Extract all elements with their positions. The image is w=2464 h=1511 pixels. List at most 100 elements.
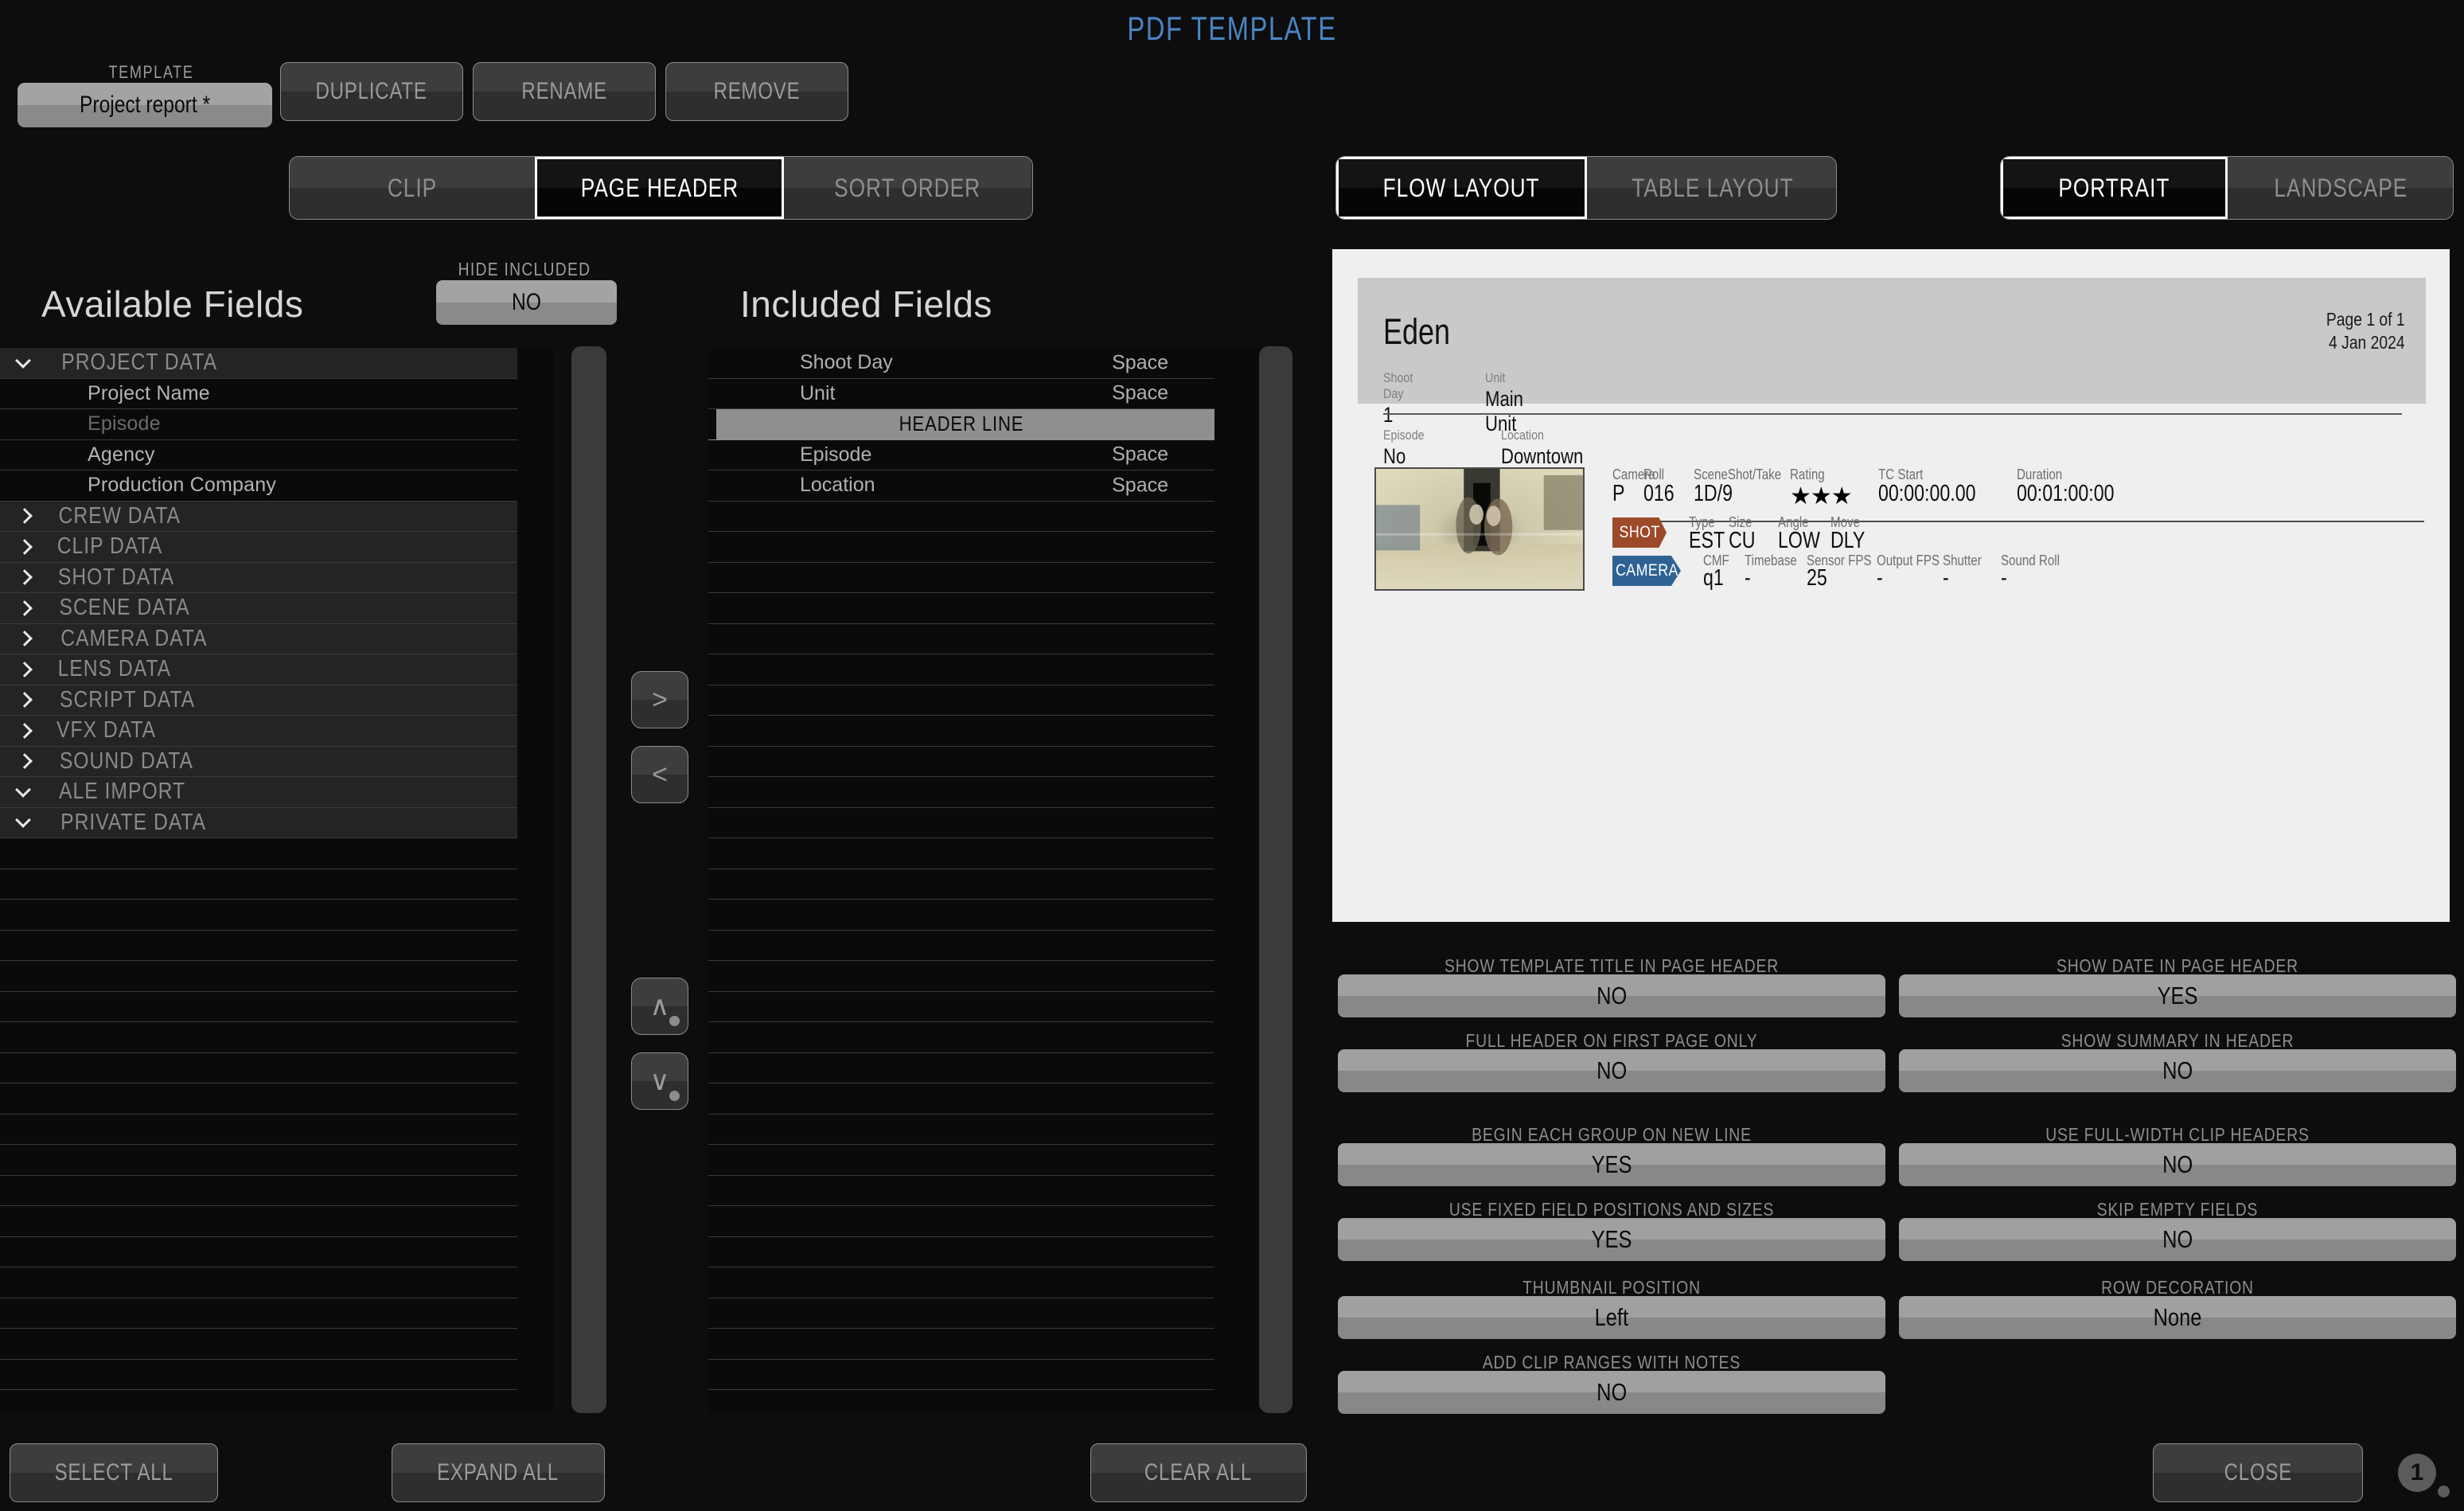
available-field-row[interactable]: Agency [0, 439, 517, 470]
field-group-project-data[interactable]: PROJECT DATA [0, 348, 517, 379]
field-group-sound-data[interactable]: SOUND DATA [0, 746, 517, 777]
field-group-scene-data[interactable]: SCENE DATA [0, 593, 517, 624]
remove-button[interactable]: REMOVE [665, 62, 848, 121]
camera-meta-value: - [1877, 565, 1883, 591]
chevron-down-icon[interactable] [18, 786, 30, 798]
clip-meta-value: 00:00:00.00 [1878, 481, 1976, 506]
empty-row [0, 1052, 517, 1083]
expand-all-button[interactable]: EXPAND ALL [392, 1443, 605, 1502]
chevron-right-icon[interactable] [18, 663, 30, 676]
tab-clip[interactable]: CLIP [290, 157, 535, 219]
hide-included-toggle[interactable]: NO [436, 280, 617, 325]
tab-page-header[interactable]: PAGE HEADER [535, 157, 784, 219]
group-label: PROJECT DATA [61, 349, 218, 376]
chevron-down-icon[interactable] [18, 357, 30, 369]
chevron-right-icon[interactable] [18, 755, 30, 767]
chevron-down-icon[interactable] [18, 816, 30, 829]
setting-label: FULL HEADER ON FIRST PAGE ONLY [1465, 1030, 1758, 1051]
included-fields-list[interactable]: Shoot Day Space Unit Space HEADER LINE Episod… [708, 348, 1265, 1412]
pdf-header-field-label: Episode [1383, 428, 1425, 443]
field-group-shot-data[interactable]: SHOT DATA [0, 562, 517, 593]
template-name-field[interactable]: Project report * [18, 83, 272, 127]
included-field-row[interactable]: Location Space [708, 470, 1214, 502]
setting-label: ROW DECORATION [2101, 1277, 2254, 1298]
field-group-private-data[interactable]: PRIVATE DATA [0, 807, 517, 838]
pdf-page-info: Page 1 of 1 4 Jan 2024 [2311, 308, 2405, 355]
setting-toggle-use-full-width-clip-headers[interactable]: NO [1899, 1143, 2456, 1186]
hide-included-label: HIDE INCLUDED [458, 259, 591, 279]
available-field-row[interactable]: Production Company [0, 470, 517, 502]
empty-row [708, 1114, 1214, 1145]
included-fields-title: Included Fields [740, 283, 992, 325]
setting-toggle-full-header-on-first-page-only[interactable]: NO [1338, 1049, 1885, 1092]
clip-thumbnail[interactable] [1374, 467, 1585, 591]
included-field-row[interactable]: Unit Space [708, 379, 1214, 409]
empty-row [708, 930, 1214, 961]
empty-row [708, 1175, 1214, 1206]
available-field-row[interactable]: Project Name [0, 378, 517, 409]
camera-meta-label: Timebase [1745, 552, 1797, 568]
empty-row [708, 900, 1214, 931]
tab-portrait[interactable]: PORTRAIT [2001, 157, 2228, 219]
camera-meta-value: q1 [1703, 565, 1724, 591]
select-all-button[interactable]: SELECT ALL [10, 1443, 218, 1502]
chevron-right-icon[interactable] [18, 693, 30, 706]
tab-table-layout[interactable]: TABLE LAYOUT [1587, 157, 1836, 219]
setting-toggle-show-summary-in-header[interactable]: NO [1899, 1049, 2456, 1092]
chevron-right-icon[interactable] [18, 571, 30, 584]
pdf-header-field: Shoot Day 1 [1383, 370, 1418, 428]
available-fields-scrollbar[interactable] [571, 346, 606, 1413]
setting-toggle-skip-empty-fields[interactable]: NO [1899, 1218, 2456, 1261]
clip-meta-value: 016 [1643, 481, 1675, 506]
setting-toggle-use-fixed-field-positions-and-sizes[interactable]: YES [1338, 1218, 1885, 1261]
setting-toggle-add-clip-ranges-with-notes[interactable]: NO [1338, 1371, 1885, 1414]
move-right-icon: > [652, 684, 668, 715]
chevron-right-icon[interactable] [18, 724, 30, 737]
setting-label: SHOW SUMMARY IN HEADER [2060, 1030, 2294, 1051]
move-down-button[interactable]: ∨ [631, 1052, 688, 1110]
setting-value: None [2153, 1303, 2202, 1331]
empty-row [0, 869, 517, 900]
included-field-row[interactable]: HEADER LINE [708, 409, 1214, 440]
duplicate-button[interactable]: DUPLICATE [280, 62, 463, 121]
included-field-row[interactable]: Shoot Day Space [708, 348, 1214, 379]
move-right-button[interactable]: > [631, 671, 688, 728]
chevron-right-icon[interactable] [18, 541, 30, 553]
included-fields-scrollbar[interactable] [1259, 346, 1292, 1413]
clip-meta-label: Rating [1790, 467, 1825, 482]
setting-toggle-thumbnail-position[interactable]: Left [1338, 1296, 1885, 1339]
setting-toggle-begin-each-group-on-new-line[interactable]: YES [1338, 1143, 1885, 1186]
empty-row [0, 1329, 517, 1360]
page-badge[interactable]: 1 [2398, 1454, 2436, 1492]
tab-label: CLIP [387, 173, 438, 202]
field-group-script-data[interactable]: SCRIPT DATA [0, 685, 517, 716]
pdf-page-header: Eden Page 1 of 1 4 Jan 2024 Shoot Day 1 Un… [1358, 278, 2426, 493]
move-left-button[interactable]: < [631, 746, 688, 803]
setting-toggle-show-template-title-in-page-header[interactable]: NO [1338, 974, 1885, 1017]
setting-toggle-show-date-in-page-header[interactable]: YES [1899, 974, 2456, 1017]
tab-sort-order[interactable]: SORT ORDER [784, 157, 1031, 219]
chevron-right-icon[interactable] [18, 632, 30, 645]
field-group-crew-data[interactable]: CREW DATA [0, 501, 517, 532]
field-group-lens-data[interactable]: LENS DATA [0, 654, 517, 685]
move-up-button[interactable]: ∧ [631, 978, 688, 1035]
pdf-header-field-label: Shoot Day [1383, 370, 1413, 401]
field-group-clip-data[interactable]: CLIP DATA [0, 532, 517, 563]
field-group-ale-import[interactable]: ALE IMPORT [0, 777, 517, 808]
available-fields-list[interactable]: PROJECT DATA Project Name Episode Agency Pro… [0, 348, 554, 1412]
available-field-row[interactable]: Episode [0, 409, 517, 440]
clear-all-button[interactable]: CLEAR ALL [1090, 1443, 1307, 1502]
close-button[interactable]: CLOSE [2153, 1443, 2363, 1502]
group-label: SCENE DATA [59, 595, 190, 621]
included-field-label: HEADER LINE [899, 412, 1024, 436]
field-group-camera-data[interactable]: CAMERA DATA [0, 623, 517, 654]
tab-flow-layout[interactable]: FLOW LAYOUT [1336, 157, 1587, 219]
setting-toggle-row-decoration[interactable]: None [1899, 1296, 2456, 1339]
chevron-right-icon[interactable] [18, 510, 30, 522]
rename-button[interactable]: RENAME [473, 62, 656, 121]
included-field-row[interactable]: Episode Space [708, 440, 1214, 470]
chevron-right-icon[interactable] [18, 602, 30, 615]
field-group-vfx-data[interactable]: VFX DATA [0, 716, 517, 747]
camera-meta-value: - [1943, 565, 1949, 591]
tab-landscape[interactable]: LANDSCAPE [2228, 157, 2453, 219]
